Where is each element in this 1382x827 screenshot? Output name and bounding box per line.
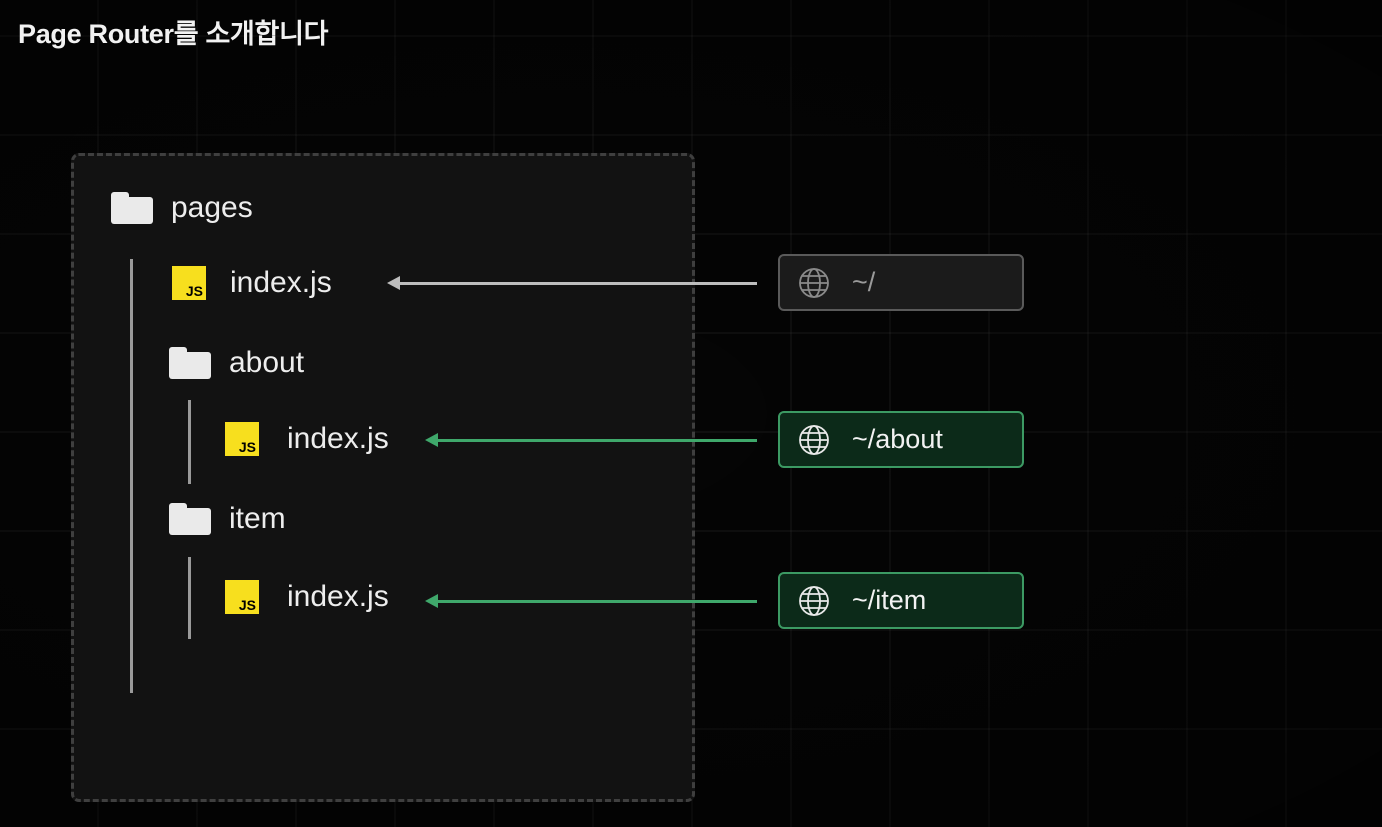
route-box-root: ~/ <box>778 254 1024 311</box>
route-path-text: ~/about <box>852 424 943 454</box>
folder-icon <box>169 503 211 535</box>
tree-guide-line-root <box>130 259 133 693</box>
js-file-icon: JS <box>225 422 259 456</box>
arrow-head-icon <box>425 433 438 447</box>
tree-row-index-root: JS index.js <box>172 266 332 300</box>
arrow-head-icon <box>425 594 438 608</box>
tree-row-index-about: JS index.js <box>225 422 389 456</box>
folder-icon <box>111 192 153 224</box>
route-box-about: ~/about <box>778 411 1024 468</box>
globe-icon <box>799 267 829 298</box>
globe-icon <box>799 585 829 616</box>
file-tree-panel: pages JS index.js about JS index.js item… <box>71 153 695 802</box>
js-file-icon: JS <box>225 580 259 614</box>
tree-row-item: item <box>169 502 286 536</box>
tree-row-index-item: JS index.js <box>225 580 389 614</box>
route-arrow-about <box>425 433 757 447</box>
arrow-head-icon <box>387 276 400 290</box>
route-arrow-item <box>425 594 757 608</box>
js-file-icon: JS <box>172 266 206 300</box>
folder-label-pages: pages <box>171 191 253 224</box>
file-label-index: index.js <box>287 422 389 455</box>
route-path-text: ~/ <box>852 267 876 297</box>
page-title: Page Router를 소개합니다 <box>18 19 329 49</box>
route-box-item: ~/item <box>778 572 1024 629</box>
tree-guide-line-about <box>188 400 191 484</box>
tree-row-pages: pages <box>111 191 253 225</box>
file-label-index: index.js <box>287 580 389 613</box>
route-path-text: ~/item <box>852 585 927 615</box>
folder-label-item: item <box>229 502 286 535</box>
folder-icon <box>169 347 211 379</box>
tree-row-about: about <box>169 346 304 380</box>
diagram-canvas: Page Router를 소개합니다 pages JS index.js abo… <box>0 0 1382 827</box>
tree-guide-line-item <box>188 557 191 639</box>
route-arrow-root <box>387 276 757 290</box>
folder-label-about: about <box>229 346 305 379</box>
globe-icon <box>799 424 829 455</box>
file-label-index: index.js <box>230 266 332 299</box>
